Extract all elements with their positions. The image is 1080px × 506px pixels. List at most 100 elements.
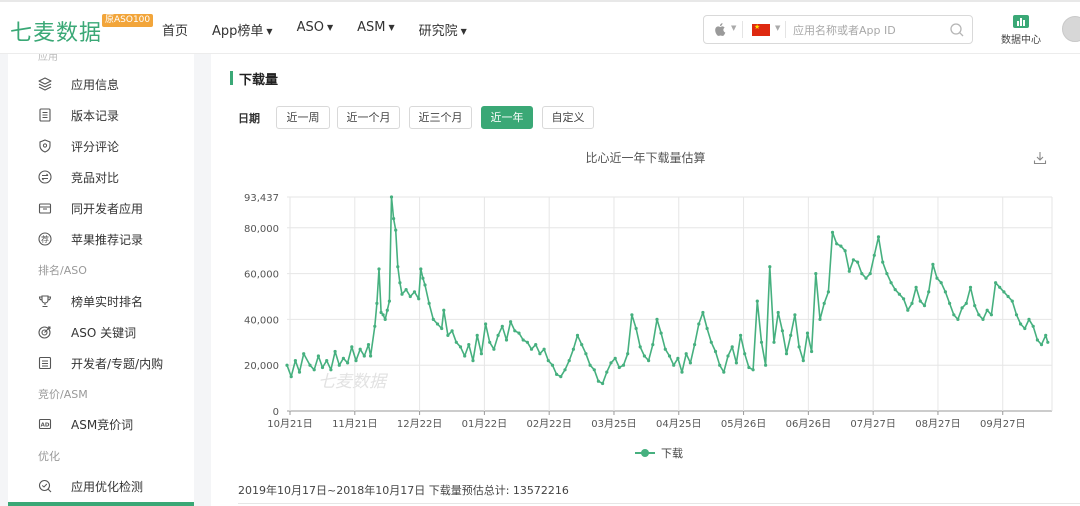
data-point <box>885 272 889 276</box>
data-point <box>529 347 534 351</box>
data-point <box>592 368 596 372</box>
data-point <box>567 359 571 363</box>
data-point <box>985 308 989 312</box>
y-tick-label: 20,000 <box>244 361 279 372</box>
data-point <box>897 292 902 296</box>
nav-app-rank-label: App榜单 <box>212 24 264 39</box>
data-point <box>609 361 613 365</box>
data-point <box>864 276 868 280</box>
data-point <box>935 276 939 280</box>
data-point <box>329 368 333 372</box>
nav-asm[interactable]: ASM ▼ <box>357 20 395 39</box>
data-point <box>688 361 692 365</box>
download-line-chart[interactable]: 0 20,000 40,000 60,000 80,000 93,437 10月21日 11月… <box>211 54 1080 474</box>
data-point <box>316 354 320 358</box>
check-search-icon <box>38 479 52 493</box>
data-point <box>504 338 509 342</box>
data-point <box>1031 324 1035 328</box>
data-point <box>797 345 801 349</box>
data-point <box>454 340 458 344</box>
data-point <box>642 354 646 358</box>
divider <box>742 21 743 38</box>
data-point <box>1044 333 1048 337</box>
sidebar-item-compare[interactable]: 竞品对比 <box>8 162 194 193</box>
data-point <box>655 317 659 321</box>
site-logo[interactable]: 七麦数据 <box>10 15 102 47</box>
sidebar: 应用 应用信息 版本记录 评分评论 竞品对比 同开发者应用 荐 苹果推荐记录 排… <box>8 54 194 506</box>
x-tick-label: 09月27日 <box>980 418 1025 430</box>
sidebar-item-label: 苹果推荐记录 <box>71 233 144 247</box>
sidebar-item-optimization-check[interactable]: 应用优化检测 <box>8 471 194 502</box>
nav-research[interactable]: 研究院 ▼ <box>419 20 467 39</box>
shield-star-icon <box>39 139 51 153</box>
search-input[interactable] <box>793 22 943 38</box>
sidebar-item-developer-topics[interactable]: 开发者/专题/内购 <box>8 348 194 379</box>
data-point <box>1014 313 1019 317</box>
legend-label[interactable]: 下载 <box>661 447 683 460</box>
data-point <box>1046 340 1050 344</box>
apple-icon[interactable] <box>714 23 726 36</box>
data-point <box>1002 290 1006 294</box>
data-point <box>835 242 839 246</box>
china-flag-icon[interactable] <box>752 23 770 36</box>
data-point <box>726 354 730 358</box>
data-point <box>634 326 638 331</box>
legend-marker <box>641 449 649 457</box>
data-point <box>697 322 701 326</box>
data-point <box>555 372 559 376</box>
nav-research-label: 研究院 <box>418 24 458 39</box>
data-point <box>358 347 362 351</box>
x-tick-label: 12月22日 <box>397 418 442 430</box>
data-point <box>521 338 525 342</box>
data-point <box>417 297 421 301</box>
data-point <box>479 352 483 356</box>
data-point <box>421 276 425 280</box>
data-center-button[interactable]: 数据中心 <box>998 15 1044 46</box>
data-point <box>638 345 642 349</box>
data-point <box>488 340 492 344</box>
sidebar-item-asm-bid-words[interactable]: AD ASM竞价词 <box>8 409 194 440</box>
data-point <box>630 313 634 317</box>
data-point <box>626 352 630 356</box>
data-point <box>826 290 831 294</box>
data-point <box>801 359 805 363</box>
search-icon[interactable] <box>949 22 965 38</box>
sidebar-item-label: 应用信息 <box>71 78 120 92</box>
data-point <box>350 345 354 349</box>
main-nav: 首页 App榜单 ▼ ASO ▼ ASM ▼ 研究院 ▼ <box>162 20 491 39</box>
data-point <box>513 329 517 333</box>
sidebar-item-label: 评分评论 <box>71 140 120 154</box>
data-point <box>948 301 952 305</box>
briefcase-icon <box>38 203 52 214</box>
data-point <box>960 306 964 310</box>
sidebar-item-apple-featured[interactable]: 荐 苹果推荐记录 <box>8 224 194 255</box>
caret-down-icon: ▼ <box>326 23 334 32</box>
sidebar-item-aso-keywords[interactable]: ASO 关键词 <box>8 317 194 348</box>
data-point <box>830 230 835 234</box>
nav-home[interactable]: 首页 <box>162 20 188 39</box>
series-line-download <box>286 196 1049 385</box>
data-point <box>435 322 440 326</box>
nav-aso[interactable]: ASO ▼ <box>297 20 334 39</box>
x-tick-label: 02月22日 <box>526 418 571 430</box>
data-point <box>759 340 764 344</box>
target-icon <box>38 326 51 339</box>
sidebar-item-app-info[interactable]: 应用信息 <box>8 69 194 100</box>
sidebar-item-same-developer[interactable]: 同开发者应用 <box>8 193 194 224</box>
sidebar-item-ratings[interactable]: 评分评论 <box>8 131 194 162</box>
sidebar-item-realtime-rank[interactable]: 榜单实时排名 <box>8 286 194 317</box>
data-point <box>394 228 398 232</box>
data-point <box>423 283 427 287</box>
logo-badge: 原ASO100 <box>102 14 154 27</box>
nav-app-rank[interactable]: App榜单 ▼ <box>212 20 273 39</box>
sidebar-item-label: 开发者/专题/内购 <box>71 357 164 371</box>
sidebar-group-app: 应用 <box>38 54 58 63</box>
sidebar-item-label: ASM竞价词 <box>71 418 134 432</box>
data-point <box>312 368 316 372</box>
x-tick-label: 08月27日 <box>915 418 960 430</box>
sidebar-item-version[interactable]: 版本记录 <box>8 100 194 131</box>
data-point <box>446 333 450 337</box>
data-point <box>776 310 780 315</box>
user-avatar[interactable] <box>1062 16 1080 42</box>
data-point <box>517 331 521 335</box>
